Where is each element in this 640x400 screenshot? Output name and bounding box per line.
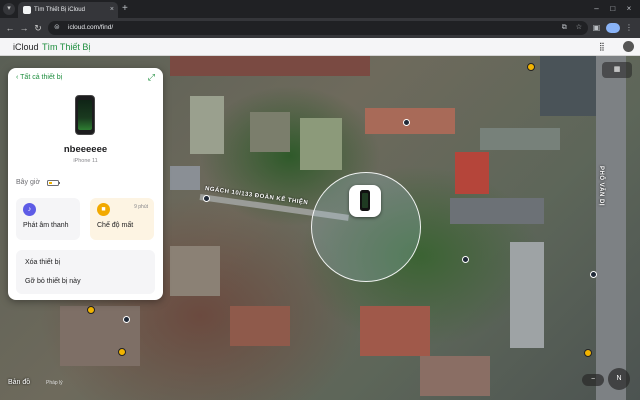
url-text[interactable]: icloud.com/find/ [68,23,113,33]
close-window-icon[interactable]: × [622,3,636,15]
back-arrow-icon[interactable]: ← [4,22,16,34]
apple-favicon-icon [23,6,31,14]
rooftop-block [250,112,290,152]
device-location-pin[interactable] [349,185,381,217]
rooftop-block [420,356,490,396]
tab-search-chevron-down-icon[interactable]: ▾ [3,3,15,15]
window-controls: – □ × [590,3,636,15]
rooftop-block [300,118,342,170]
all-devices-link[interactable]: ‹ Tất cả thiết bị [16,73,62,83]
rooftop-block [230,306,290,346]
poi-marker[interactable] [527,63,535,71]
location-status: Bây giờ [16,179,41,186]
translate-icon[interactable]: ⧉ [562,24,567,31]
poi-marker[interactable] [118,348,126,356]
omnibox-actions: ⧉ ☆ [555,22,582,34]
account-avatar[interactable] [615,41,634,53]
rooftop-block [170,246,220,296]
bookmark-star-icon[interactable]: ☆ [576,24,582,31]
lost-mode-button[interactable]: ■ 9 phút Chế độ mất [90,198,154,240]
poi-marker[interactable] [403,119,410,126]
poi-marker[interactable] [462,256,469,263]
icloud-brand[interactable]: iCloud [13,41,39,53]
device-model: iPhone 11 [73,158,98,164]
tab-strip: ▾ Tìm Thiết Bị iCloud × + – □ × [0,0,640,18]
device-image [75,95,95,135]
speaker-icon: ♪ [23,203,36,216]
legal-link[interactable]: Pháp lý [46,380,63,386]
maps-attribution: Bản đồ [8,379,31,386]
poi-marker[interactable] [590,271,597,278]
lock-icon: ■ [97,203,110,216]
main-road [596,56,626,400]
rooftop-block [170,56,370,76]
zoom-out-button[interactable]: − [582,374,604,386]
remove-device-button[interactable]: Gỡ bỏ thiết bị này [25,277,81,287]
minimize-icon[interactable]: – [590,3,604,15]
rooftop-block [360,306,430,356]
iphone-icon [360,190,370,211]
rooftop-block [510,242,544,348]
address-bar[interactable]: ⊜ icloud.com/find/ ⧉ ☆ [48,21,588,35]
device-name: nbeeeeee [63,144,108,155]
poi-marker[interactable] [203,195,210,202]
browser-window: ▾ Tìm Thiết Bị iCloud × + – □ × ← → ↻ ⊜ … [0,0,640,400]
lost-mode-time: 9 phút [134,204,148,210]
reload-icon[interactable]: ↻ [32,22,44,34]
toolbar-right: ▣ ⋮ [590,22,636,34]
tab-icloud[interactable]: Tìm Thiết Bị iCloud × [18,2,118,18]
rooftop-block [365,108,455,134]
battery-icon [47,180,59,186]
play-sound-label: Phát âm thanh [23,222,69,229]
app-grid-icon[interactable]: ⣿ [599,42,605,51]
rooftop-block [60,306,140,366]
site-info-icon[interactable]: ⊜ [54,23,64,33]
rooftop-block [540,56,600,116]
rooftop-block [455,152,489,194]
compass-icon[interactable]: N [608,368,630,390]
poi-marker[interactable] [584,349,592,357]
expand-icon[interactable]: ⤢ [148,72,155,82]
play-sound-button[interactable]: ♪ Phát âm thanh [16,198,80,240]
poi-marker[interactable] [123,316,130,323]
rooftop-block [190,96,224,154]
battery-tip [59,182,60,184]
browser-toolbar: ← → ↻ ⊜ icloud.com/find/ ⧉ ☆ ▣ ⋮ [0,18,640,38]
header-actions: ⣿ [591,41,634,53]
menu-icon[interactable]: ⋮ [622,22,636,34]
maximize-icon[interactable]: □ [606,3,620,15]
device-options: Xóa thiết bị Gỡ bỏ thiết bị này [16,250,155,294]
rooftop-block [450,198,544,224]
extensions-icon[interactable]: ▣ [590,22,604,34]
new-tab-button[interactable]: + [122,3,128,15]
forward-arrow-icon[interactable]: → [18,22,30,34]
rooftop-block [170,166,200,190]
device-panel: ‹ Tất cả thiết bị ⤢ nbeeeeee iPhone 11 B… [8,68,163,300]
rooftop-block [480,128,560,150]
road-label-right: PHỐ VĂN DỊ [598,166,604,207]
poi-marker[interactable] [87,306,95,314]
tab-title: Tìm Thiết Bị iCloud [34,7,85,13]
lost-mode-label: Chế độ mất [97,222,134,229]
icloud-header: iCloud Tìm Thiết Bị ⣿ [0,38,640,56]
profile-avatar[interactable] [605,22,620,34]
app-title: Tìm Thiết Bị [42,42,91,52]
tab-close-icon[interactable]: × [110,5,114,15]
erase-device-button[interactable]: Xóa thiết bị [25,258,60,268]
map-layers-icon[interactable]: ▦ [602,62,632,78]
